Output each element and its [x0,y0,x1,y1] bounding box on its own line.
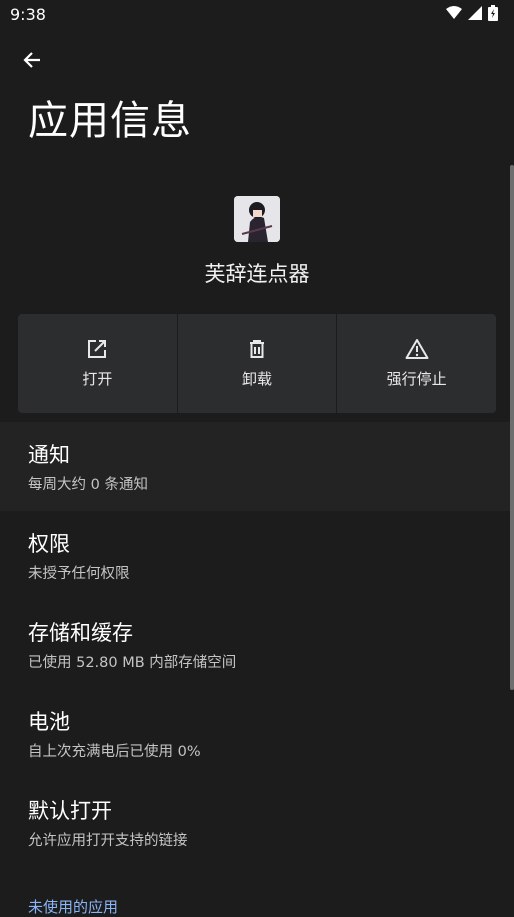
app-icon [234,196,280,242]
arrow-back-icon [23,52,40,68]
settings-item-title: 存储和缓存 [28,621,133,645]
settings-item-title: 权限 [28,532,70,556]
battery-icon [488,5,498,21]
force-stop-button-label: 强行停止 [386,370,447,388]
settings-item-title: 通知 [28,443,70,467]
uninstall-button[interactable]: 卸载 [177,314,337,413]
back-button[interactable] [16,44,48,76]
uninstall-button-label: 卸载 [242,370,273,388]
status-icons [446,5,498,21]
status-time: 9:38 [10,5,46,24]
cell-signal-icon [468,6,482,20]
open-external-icon [88,340,107,358]
wifi-icon [446,6,462,19]
scrollbar[interactable] [510,165,514,690]
settings-item-subtitle: 允许应用打开支持的链接 [28,833,188,849]
app-name: 芙辞连点器 [204,262,310,286]
force-stop-button[interactable]: 强行停止 [337,314,496,413]
action-buttons: 打开 卸载 强行停止 [18,314,496,413]
trash-icon [250,340,264,358]
settings-list: 通知 每周大约 0 条通知 权限 未授予任何权限 存储和缓存 已使用 52.80… [0,422,514,867]
open-button-label: 打开 [82,370,113,388]
settings-item-subtitle: 未授予任何权限 [28,566,130,582]
warning-icon [405,339,429,359]
settings-item-subtitle: 每周大约 0 条通知 [28,477,148,493]
page-title: 应用信息 [28,98,192,144]
settings-item-battery[interactable]: 电池 自上次充满电后已使用 0% [0,689,514,778]
settings-item-notifications[interactable]: 通知 每周大约 0 条通知 [0,422,514,511]
open-button[interactable]: 打开 [18,314,177,413]
settings-item-permissions[interactable]: 权限 未授予任何权限 [0,511,514,600]
settings-item-subtitle: 自上次充满电后已使用 0% [28,744,201,760]
settings-item-title: 电池 [28,710,70,734]
settings-item-title: 默认打开 [28,799,112,823]
settings-item-open-by-default[interactable]: 默认打开 允许应用打开支持的链接 [0,778,514,867]
settings-item-subtitle: 已使用 52.80 MB 内部存储空间 [28,655,237,671]
status-bar: 9:38 [0,0,514,30]
settings-item-storage[interactable]: 存储和缓存 已使用 52.80 MB 内部存储空间 [0,600,514,689]
